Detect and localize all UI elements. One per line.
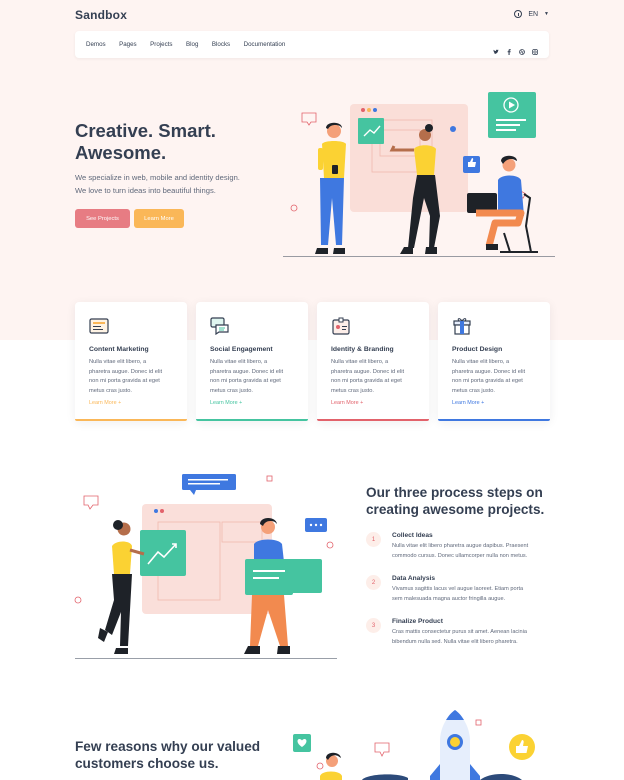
chat-bubbles-icon: [210, 317, 229, 336]
process-title-line: creating awesome projects.: [366, 502, 545, 517]
learn-more-link[interactable]: Learn More +: [89, 400, 173, 406]
learn-more-link[interactable]: Learn More +: [210, 400, 294, 406]
instagram-icon[interactable]: [532, 42, 538, 55]
service-card: Content Marketing Nulla vitae elit liber…: [75, 302, 187, 421]
see-projects-button[interactable]: See Projects: [75, 209, 130, 228]
hero-description: We specialize in web, mobile and identit…: [75, 172, 275, 197]
service-card: Product Design Nulla vitae elit libero, …: [438, 302, 550, 421]
service-title: Identity & Branding: [331, 346, 394, 353]
service-text-line: Nulla vitae elit libero, a: [210, 359, 268, 365]
card-accent-bar: [317, 419, 429, 421]
service-text-line: pharetra augue. Donec id elit: [452, 368, 526, 375]
id-card-icon: [332, 317, 350, 335]
card-accent-bar: [196, 419, 308, 421]
nav-item-documentation[interactable]: Documentation: [244, 41, 286, 48]
step-text-line: bibendum nulla sed. Nulla vitae elit lib…: [392, 638, 518, 645]
service-text-line: metus cras justo.: [452, 387, 495, 394]
step-number: 2: [366, 575, 381, 590]
reasons-title: Few reasons why our valued customers cho…: [75, 738, 260, 772]
service-text-line: Nulla vitae elit libero, a: [89, 359, 147, 365]
step-description: Nulla vitae elit libero pharetra augue d…: [392, 542, 557, 561]
service-card: Social Engagement Nulla vitae elit liber…: [196, 302, 308, 421]
service-text-line: metus cras justo.: [210, 387, 253, 394]
step-text-line: Nulla vitae elit libero pharetra augue d…: [392, 543, 529, 549]
service-title: Social Engagement: [210, 346, 273, 353]
service-text-line: non mi porta gravida at eget: [452, 378, 523, 385]
newspaper-icon: [89, 318, 109, 334]
info-icon[interactable]: [514, 10, 523, 18]
step-title: Collect Ideas: [392, 532, 433, 539]
service-text-line: Nulla vitae elit libero, a: [452, 359, 510, 365]
step-text-line: sem malesuada magna auctor fringilla aug…: [392, 595, 506, 602]
hero-illustration: [283, 92, 555, 257]
package-icon: [453, 318, 471, 335]
step-text-line: commodo cursus. Donec ullamcorper nulla …: [392, 552, 528, 559]
step-description: Cras mattis consectetur purus sit amet. …: [392, 628, 557, 647]
reasons-illustration: [293, 710, 535, 780]
hero-text-line: We love to turn ideas into beautiful thi…: [75, 185, 216, 195]
nav-item-pages[interactable]: Pages: [119, 41, 137, 48]
service-description: Nulla vitae elit libero, a pharetra augu…: [331, 358, 415, 396]
step-number: 1: [366, 532, 381, 547]
service-text-line: pharetra augue. Donec id elit: [210, 368, 284, 375]
language-label[interactable]: EN: [528, 11, 538, 18]
step-title: Finalize Product: [392, 618, 443, 625]
reasons-title-line: customers choose us.: [75, 756, 219, 771]
social-links: [493, 42, 538, 55]
service-text-line: metus cras justo.: [331, 387, 374, 394]
step-text-line: Vivamus sagittis lacus vel augue laoreet…: [392, 586, 524, 592]
service-text-line: pharetra augue. Donec id elit: [331, 368, 405, 375]
step-text-line: Cras mattis consectetur purus sit amet. …: [392, 629, 527, 635]
site-logo[interactable]: Sandbox: [75, 8, 127, 22]
hero-title-line: Creative. Smart.: [75, 120, 216, 141]
service-text-line: Nulla vitae elit libero, a: [331, 359, 389, 365]
step-number: 3: [366, 618, 381, 633]
service-description: Nulla vitae elit libero, a pharetra augu…: [452, 358, 536, 396]
service-description: Nulla vitae elit libero, a pharetra augu…: [89, 358, 173, 396]
learn-more-link[interactable]: Learn More +: [452, 400, 536, 406]
service-card: Identity & Branding Nulla vitae elit lib…: [317, 302, 429, 421]
nav-item-projects[interactable]: Projects: [150, 41, 172, 48]
service-text-line: metus cras justo.: [89, 387, 132, 394]
process-illustration: [74, 474, 337, 659]
service-title: Content Marketing: [89, 346, 149, 353]
step-description: Vivamus sagittis lacus vel augue laoreet…: [392, 585, 557, 604]
reasons-title-line: Few reasons why our valued: [75, 739, 261, 754]
facebook-icon[interactable]: [506, 42, 512, 55]
dribbble-icon[interactable]: [519, 42, 525, 55]
nav-item-demos[interactable]: Demos: [86, 41, 106, 48]
nav-item-blocks[interactable]: Blocks: [212, 41, 230, 48]
navbar: Demos Pages Projects Blog Blocks Documen…: [75, 31, 549, 58]
nav-item-blog[interactable]: Blog: [186, 41, 198, 48]
hero-title-line: Awesome.: [75, 142, 167, 163]
service-text-line: non mi porta gravida at eget: [331, 378, 402, 385]
twitter-icon[interactable]: [493, 42, 499, 54]
process-title: Our three process steps on creating awes…: [366, 484, 544, 518]
card-accent-bar: [75, 419, 187, 421]
service-text-line: non mi porta gravida at eget: [210, 378, 281, 385]
step-title: Data Analysis: [392, 575, 436, 582]
nav-links: Demos Pages Projects Blog Blocks Documen…: [86, 41, 299, 48]
hero-text-line: We specialize in web, mobile and identit…: [75, 173, 240, 182]
hero-title: Creative. Smart. Awesome.: [75, 120, 295, 164]
service-description: Nulla vitae elit libero, a pharetra augu…: [210, 358, 294, 396]
chevron-down-icon: ▼: [544, 11, 549, 17]
card-accent-bar: [438, 419, 550, 421]
service-text-line: non mi porta gravida at eget: [89, 378, 160, 385]
learn-more-button[interactable]: Learn More: [134, 209, 184, 228]
process-title-line: Our three process steps on: [366, 485, 543, 500]
service-title: Product Design: [452, 346, 503, 353]
learn-more-link[interactable]: Learn More +: [331, 400, 415, 406]
service-text-line: pharetra augue. Donec id elit: [89, 368, 163, 375]
language-switcher[interactable]: EN ▼: [514, 10, 549, 18]
